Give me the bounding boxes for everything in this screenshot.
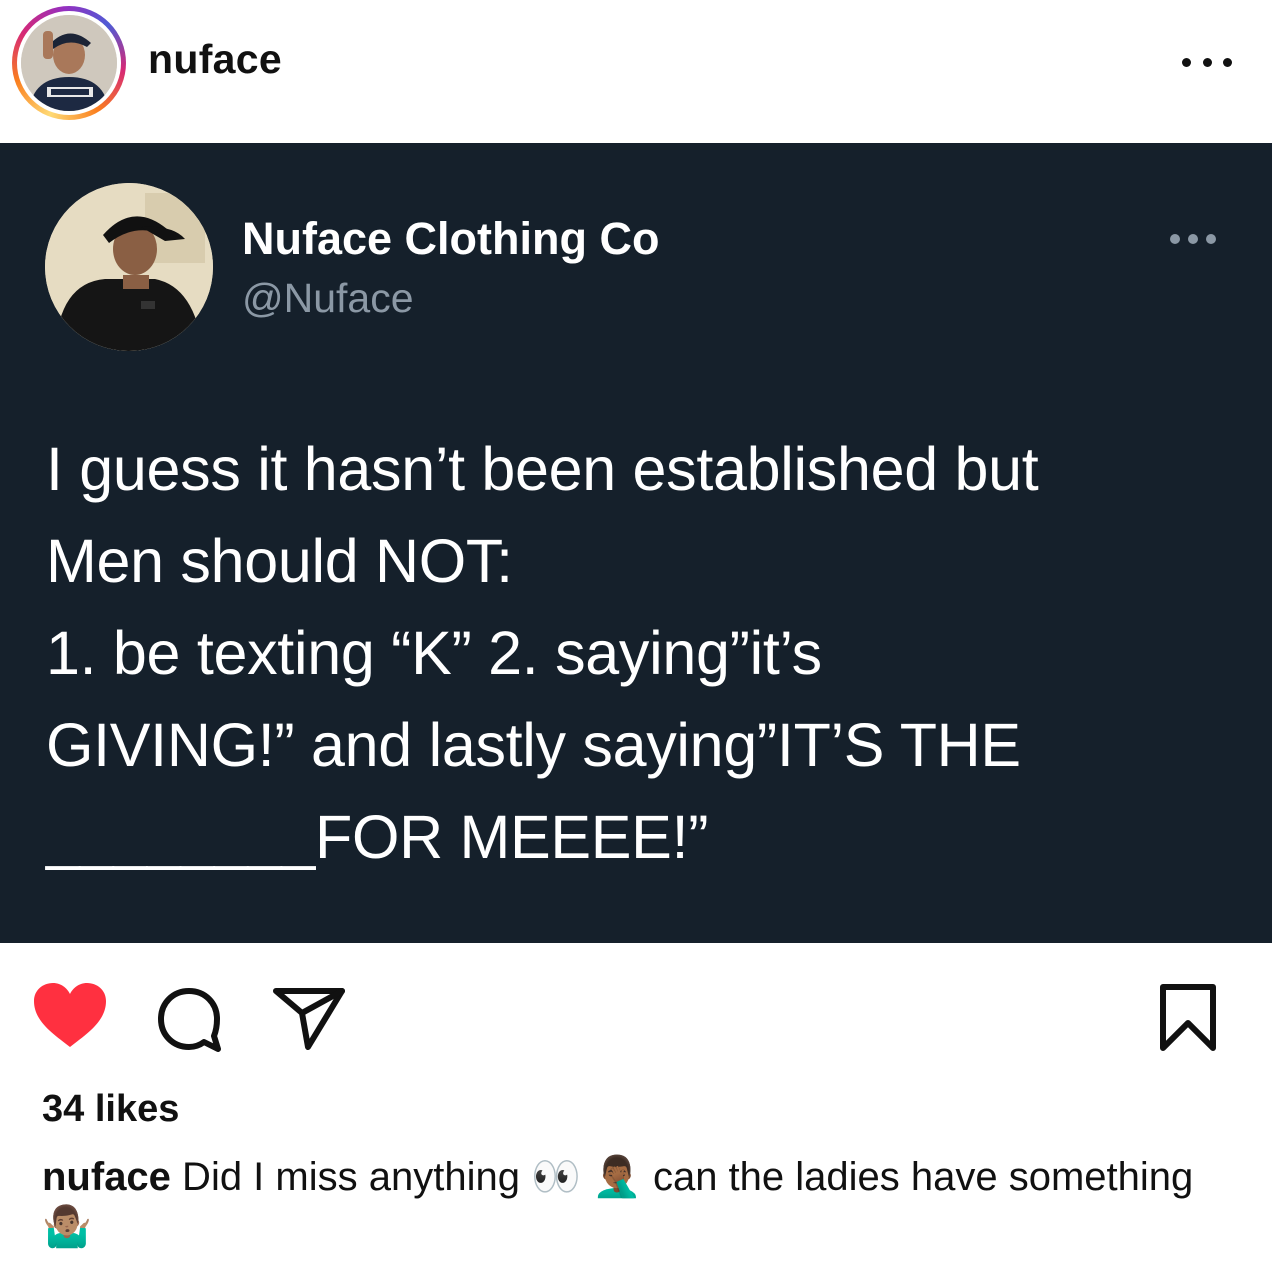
like-heart-icon[interactable] — [32, 981, 108, 1049]
avatar-photo — [21, 15, 117, 111]
caption-text-2: can the ladies have something — [641, 1155, 1194, 1199]
caption-username[interactable]: nuface — [42, 1155, 171, 1199]
facepalm-emoji: 🤦🏾‍♂️ — [592, 1154, 642, 1200]
share-direct-icon[interactable] — [272, 985, 346, 1051]
tweet-avatar-photo — [45, 183, 213, 351]
tweet-avatar — [45, 183, 213, 351]
save-bookmark-icon[interactable] — [1158, 983, 1218, 1053]
caption-text-1: Did I miss anything — [170, 1155, 532, 1199]
action-bar — [0, 975, 1272, 1055]
profile-avatar-story-ring[interactable] — [12, 6, 126, 120]
tweet-more-icon — [1170, 233, 1216, 245]
tweet-handle: @Nuface — [242, 275, 414, 321]
post-caption: nuface Did I miss anything 👀 🤦🏾‍♂️ can t… — [42, 1152, 1232, 1252]
post-username[interactable]: nuface — [148, 36, 282, 83]
avatar — [21, 15, 117, 111]
instagram-post: nuface Nuface Clothing Co @Nuface I gues… — [0, 0, 1272, 1272]
likes-count[interactable]: 34 likes — [42, 1088, 179, 1131]
comment-icon[interactable] — [154, 985, 224, 1055]
shrug-emoji: 🤷🏽‍♂️ — [42, 1204, 92, 1250]
post-header: nuface — [0, 0, 1272, 143]
tweet-image: Nuface Clothing Co @Nuface I guess it ha… — [0, 143, 1272, 943]
tweet-display-name: Nuface Clothing Co — [242, 213, 660, 264]
more-options-icon[interactable] — [1182, 52, 1232, 72]
eyes-emoji: 👀 — [531, 1154, 581, 1200]
tweet-text: I guess it hasn’t been established but M… — [46, 435, 1039, 871]
